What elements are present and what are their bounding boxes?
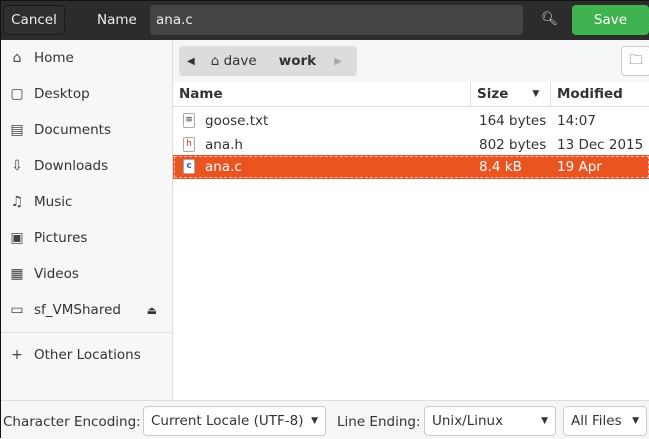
file-row[interactable]: ≡ goose.txt 164 bytes 14:07 <box>173 109 649 133</box>
file-modified: 19 Apr <box>557 159 602 175</box>
sidebar-item-downloads[interactable]: ⇩ Downloads <box>9 154 169 178</box>
column-size[interactable]: Size ▼ <box>471 82 551 107</box>
sidebar-item-videos[interactable]: ▦ Videos <box>9 262 169 286</box>
forward-arrow-icon[interactable]: ▶ <box>334 56 342 67</box>
sidebar-item-label: Desktop <box>34 86 90 102</box>
crumb-dave[interactable]: ⌂ dave <box>211 53 257 69</box>
file-name: ana.c <box>205 159 242 175</box>
sidebar-item-label: Downloads <box>34 158 109 174</box>
cancel-button[interactable]: Cancel <box>3 5 65 35</box>
text-file-icon: ≡ <box>183 113 195 128</box>
sidebar-item-documents[interactable]: ▤ Documents <box>9 118 169 142</box>
videos-icon: ▦ <box>10 266 24 282</box>
encoding-value: Current Locale (UTF-8) <box>151 413 304 429</box>
new-folder-button[interactable]: 🗀︎ <box>621 46 649 76</box>
file-size: 8.4 kB <box>479 159 522 175</box>
new-folder-icon: 🗀︎ <box>629 51 643 68</box>
name-label: Name <box>97 12 137 28</box>
sidebar-item-home[interactable]: ⌂ Home <box>9 46 169 70</box>
path-bar: ◀ ⌂ dave work ▶ 🗀︎ <box>173 40 649 82</box>
column-size-label: Size <box>477 86 509 102</box>
downloads-icon: ⇩ <box>11 158 23 174</box>
line-ending-dropdown[interactable]: Unix/Linux ▼ <box>424 406 556 436</box>
file-size: 164 bytes <box>479 113 547 129</box>
sidebar: ⌂ Home ▢ Desktop ▤ Documents ⇩ Downloads ♫ Mu… <box>1 40 173 400</box>
file-name: goose.txt <box>205 113 269 129</box>
save-button[interactable]: Save <box>572 5 649 35</box>
search-icon[interactable]: 🔍︎ <box>541 11 558 27</box>
sidebar-item-label: Videos <box>34 266 79 282</box>
sidebar-item-label: Music <box>34 194 73 210</box>
sort-down-icon: ▼ <box>532 89 540 99</box>
sidebar-divider <box>1 332 172 333</box>
music-icon: ♫ <box>10 194 24 210</box>
dropdown-arrow-icon: ▼ <box>311 416 318 426</box>
sidebar-item-label: Documents <box>34 122 111 138</box>
file-row[interactable]: h ana.h 802 bytes 13 Dec 2015 <box>173 133 649 157</box>
file-modified: 14:07 <box>557 113 596 129</box>
breadcrumb: ◀ ⌂ dave work ▶ <box>179 46 357 76</box>
encoding-dropdown[interactable]: Current Locale (UTF-8) ▼ <box>143 406 326 436</box>
crumb-label: dave <box>223 53 257 69</box>
line-ending-value: Unix/Linux <box>432 413 504 429</box>
file-row-selected[interactable]: c ana.c 8.4 kB 19 Apr <box>173 155 649 179</box>
encoding-label: Character Encoding: <box>3 414 141 430</box>
column-modified[interactable]: Modified <box>551 82 649 107</box>
sidebar-item-music[interactable]: ♫ Music <box>9 190 169 214</box>
file-filter-dropdown[interactable]: All Files ▼ <box>563 406 647 436</box>
file-name: ana.h <box>205 137 243 153</box>
header-bar: Cancel Name 🔍︎ Save <box>1 1 649 40</box>
desktop-icon: ▢ <box>10 86 24 102</box>
sidebar-item-sf-vmshared[interactable]: ▭ sf_VMShared ⏏ <box>9 298 169 322</box>
crumb-work[interactable]: work <box>279 53 316 69</box>
line-ending-label: Line Ending: <box>337 414 421 430</box>
sidebar-item-label: sf_VMShared <box>34 302 121 318</box>
plus-icon: + <box>11 347 23 363</box>
back-arrow-icon[interactable]: ◀ <box>187 56 195 67</box>
sidebar-item-other-locations[interactable]: + Other Locations <box>9 343 169 367</box>
footer-bar: Character Encoding: Current Locale (UTF-… <box>1 400 649 439</box>
sidebar-item-pictures[interactable]: ▣ Pictures <box>9 226 169 250</box>
file-filter-value: All Files <box>571 413 622 429</box>
c-source-file-icon: c <box>183 159 195 174</box>
file-size: 802 bytes <box>479 137 547 153</box>
sidebar-item-label: Home <box>34 50 74 66</box>
drive-icon: ▭ <box>10 302 24 318</box>
dropdown-arrow-icon: ▼ <box>632 416 639 426</box>
filename-input[interactable] <box>150 5 523 35</box>
eject-icon[interactable]: ⏏ <box>147 304 157 317</box>
header-file-icon: h <box>183 137 195 152</box>
sidebar-item-label: Pictures <box>34 230 88 246</box>
sidebar-item-label: Other Locations <box>34 347 141 363</box>
home-icon: ⌂ <box>12 50 22 66</box>
documents-icon: ▤ <box>10 122 24 138</box>
sidebar-item-desktop[interactable]: ▢ Desktop <box>9 82 169 106</box>
column-name[interactable]: Name <box>173 82 471 107</box>
file-modified: 13 Dec 2015 <box>557 137 644 153</box>
pictures-icon: ▣ <box>10 230 24 246</box>
file-browser: ◀ ⌂ dave work ▶ 🗀︎ Name Size ▼ Modified ≡… <box>173 40 649 400</box>
dropdown-arrow-icon: ▼ <box>541 416 548 426</box>
